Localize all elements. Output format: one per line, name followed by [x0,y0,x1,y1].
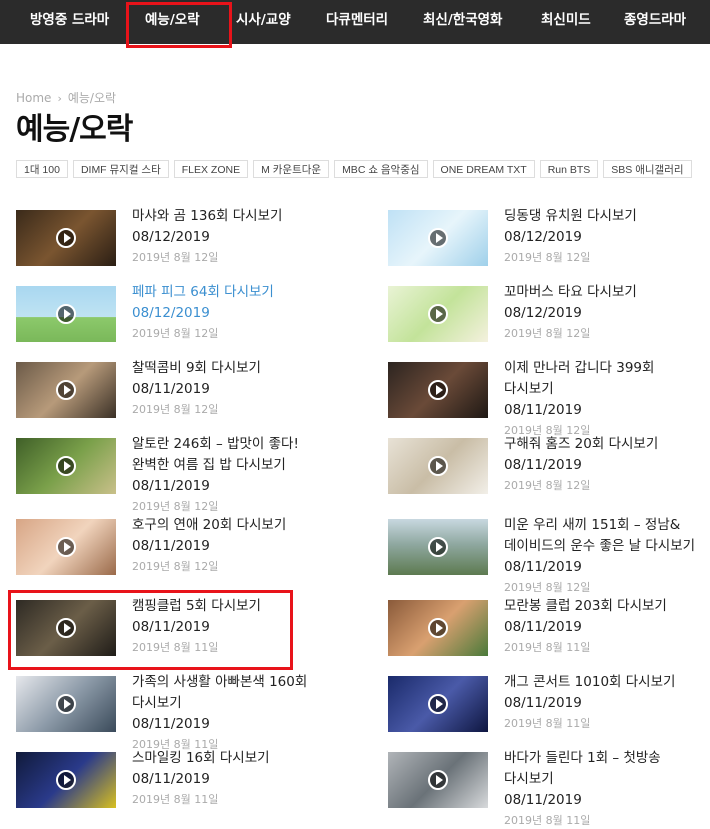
post-date: 08/11/2019 [132,619,210,635]
nav-item-korean-movies[interactable]: 최신/한국영화 [423,0,502,44]
tag-list: 1대 100 DIMF 뮤지컬 스타 FLEX ZONE M 카운트다운 MBC 쇼 음… [16,160,697,180]
post-published-date: 2019년 8월 11일 [504,717,591,730]
post-date: 08/12/2019 [504,305,582,321]
post-date: 08/12/2019 [132,229,210,245]
post-thumbnail[interactable] [16,600,116,656]
post-title-link[interactable]: 바다가 들린다 1회 – 첫방송 다시보기 [504,748,698,790]
post-date: 08/12/2019 [132,305,210,321]
tag-chip[interactable]: Run BTS [539,160,599,178]
post-published-date: 2019년 8월 11일 [132,641,219,654]
post-thumbnail[interactable] [16,752,116,808]
post-published-date: 2019년 8월 12일 [504,581,591,594]
nav-item-current-affairs[interactable]: 시사/교양 [236,0,291,44]
post-date: 08/11/2019 [504,457,582,473]
post-published-date: 2019년 8월 12일 [504,251,591,264]
play-icon [428,304,448,324]
post-published-date: 2019년 8월 12일 [132,500,219,513]
post-thumbnail[interactable] [388,362,488,418]
tag-chip[interactable]: M 카운트다운 [253,160,330,178]
nav-item-entertainment[interactable]: 예능/오락 [145,0,200,44]
post-title-link[interactable]: 딩동댕 유치원 다시보기 [504,206,698,227]
post-published-date: 2019년 8월 11일 [504,641,591,654]
play-icon [56,618,76,638]
post-thumbnail[interactable] [16,519,116,575]
post-thumbnail[interactable] [16,676,116,732]
tag-chip[interactable]: SBS 애니갤러리 [603,160,692,178]
play-icon [56,456,76,476]
post-thumbnail[interactable] [388,210,488,266]
nav-item-ended-drama[interactable]: 종영드라마 [624,0,686,44]
play-icon [428,456,448,476]
play-icon [56,694,76,714]
play-icon [428,228,448,248]
post-date: 08/12/2019 [504,229,582,245]
post-date: 08/11/2019 [132,771,210,787]
post-thumbnail[interactable] [388,752,488,808]
nav-item-drama-airing[interactable]: 방영중 드라마 [30,0,109,44]
post-title-link[interactable]: 가족의 사생활 아빠본색 160회 다시보기 [132,672,326,714]
post-title-link[interactable]: 마샤와 곰 136회 다시보기 [132,206,326,227]
post-published-date: 2019년 8월 12일 [132,251,219,264]
post-title-link[interactable]: 개그 콘서트 1010회 다시보기 [504,672,698,693]
post-title-link[interactable]: 이제 만나러 갑니다 399회 다시보기 [504,358,698,400]
post-published-date: 2019년 8월 12일 [504,479,591,492]
tag-chip[interactable]: FLEX ZONE [173,160,249,178]
post-title-link[interactable]: 모란봉 클럽 203회 다시보기 [504,596,698,617]
post-title-link[interactable]: 구해줘 홈즈 20회 다시보기 [504,434,698,455]
breadcrumb-home-link[interactable]: Home [16,91,51,105]
post-title-link[interactable]: 미운 우리 새끼 151회 – 정남&데이비드의 운수 좋은 날 다시보기 [504,515,698,557]
tag-chip[interactable]: DIMF 뮤지컬 스타 [72,160,169,178]
post-title-link[interactable]: 알토란 246회 – 밥맛이 좋다! 완벽한 여름 집 밥 다시보기 [132,434,326,476]
post-date: 08/11/2019 [132,478,210,494]
page-title: 예능/오락 [16,112,133,147]
play-icon [428,380,448,400]
play-icon [56,380,76,400]
tag-chip[interactable]: ONE DREAM TXT [432,160,535,178]
nav-item-documentary[interactable]: 다큐멘터리 [326,0,388,44]
post-thumbnail[interactable] [388,519,488,575]
play-icon [428,694,448,714]
post-thumbnail[interactable] [388,286,488,342]
post-thumbnail[interactable] [388,438,488,494]
play-icon [428,618,448,638]
post-thumbnail[interactable] [16,438,116,494]
post-thumbnail[interactable] [16,286,116,342]
play-icon [56,304,76,324]
post-date: 08/11/2019 [132,716,210,732]
top-navigation-bar: 방영중 드라마 예능/오락 시사/교양 다큐멘터리 최신/한국영화 최신미드 종… [0,0,710,44]
post-thumbnail[interactable] [16,362,116,418]
post-title-link[interactable]: 페파 피그 64회 다시보기 [132,282,326,303]
post-title-link[interactable]: 찰떡콤비 9회 다시보기 [132,358,326,379]
post-published-date: 2019년 8월 12일 [132,560,219,573]
post-published-date: 2019년 8월 11일 [132,793,219,806]
post-date: 08/11/2019 [504,559,582,575]
play-icon [56,228,76,248]
nav-item-us-drama[interactable]: 최신미드 [541,0,591,44]
post-title-link[interactable]: 캠핑클럽 5회 다시보기 [132,596,326,617]
post-thumbnail[interactable] [16,210,116,266]
post-date: 08/11/2019 [132,381,210,397]
post-published-date: 2019년 8월 12일 [132,403,219,416]
post-title-link[interactable]: 꼬마버스 타요 다시보기 [504,282,698,303]
post-title-link[interactable]: 호구의 연애 20회 다시보기 [132,515,326,536]
tag-chip[interactable]: 1대 100 [16,160,68,178]
play-icon [56,537,76,557]
post-published-date: 2019년 8월 12일 [504,327,591,340]
play-icon [428,537,448,557]
post-date: 08/11/2019 [504,619,582,635]
breadcrumb-current: 예능/오락 [67,91,117,105]
post-date: 08/11/2019 [132,538,210,554]
post-date: 08/11/2019 [504,695,582,711]
post-title-link[interactable]: 스마일킹 16회 다시보기 [132,748,326,769]
post-thumbnail[interactable] [388,600,488,656]
post-published-date: 2019년 8월 12일 [132,327,219,340]
post-published-date: 2019년 8월 11일 [504,814,591,827]
tag-chip[interactable]: MBC 쇼 음악중심 [334,160,428,178]
play-icon [56,770,76,790]
play-icon [428,770,448,790]
post-date: 08/11/2019 [504,402,582,418]
post-thumbnail[interactable] [388,676,488,732]
